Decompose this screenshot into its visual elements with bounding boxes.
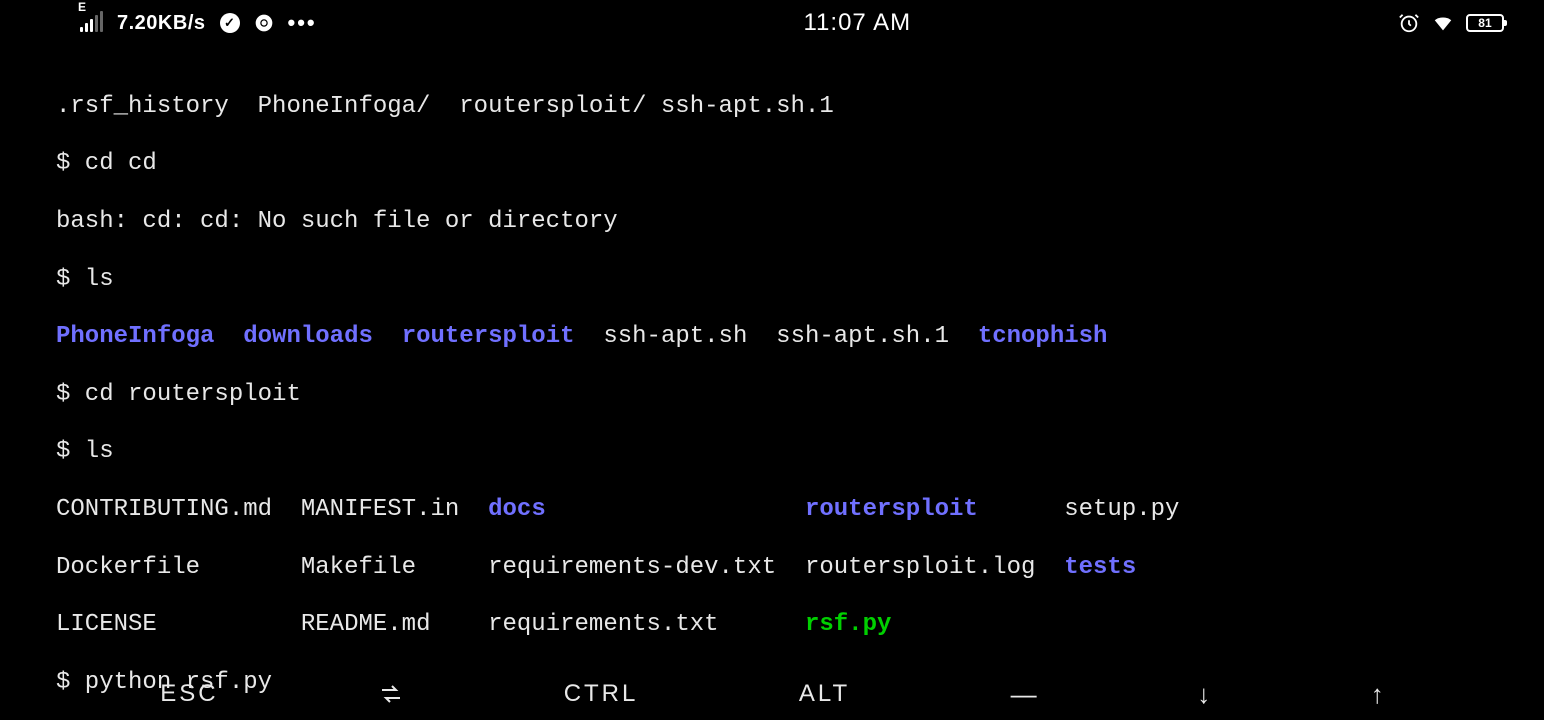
minus-key[interactable]: ― xyxy=(1011,679,1037,710)
terminal-line: .rsf_history PhoneInfoga/ routersploit/ … xyxy=(56,93,1488,122)
file-entry: LICENSE xyxy=(56,611,157,638)
file-entry: Dockerfile xyxy=(56,554,200,581)
file-entry: requirements.txt xyxy=(488,611,718,638)
terminal-line: $ cd routersploit xyxy=(56,381,1488,410)
dir-entry: tests xyxy=(1064,554,1136,581)
dir-entry: tcnophish xyxy=(978,323,1108,350)
file-entry: routersploit.log xyxy=(805,554,1035,581)
exec-entry: rsf.py xyxy=(805,611,891,638)
terminal-line: $ cd cd xyxy=(56,150,1488,179)
status-right: 81 xyxy=(1398,12,1504,34)
terminal-line: $ ls xyxy=(56,266,1488,295)
battery-icon: 81 xyxy=(1466,14,1504,32)
terminal-line: $ ls xyxy=(56,438,1488,467)
wifi-icon xyxy=(1432,12,1454,34)
network-speed: 7.20KB/s xyxy=(117,11,206,35)
file-entry: setup.py xyxy=(1064,496,1179,523)
more-dots-icon: ••• xyxy=(288,10,317,36)
dir-entry: docs xyxy=(488,496,546,523)
terminal-line: LICENSE README.md requirements.txt rsf.p… xyxy=(56,611,1488,640)
android-status-bar: E 7.20KB/s ✓ ••• 11:07 AM 81 xyxy=(0,0,1544,46)
dir-entry: PhoneInfoga xyxy=(56,323,214,350)
dir-entry: routersploit xyxy=(402,323,575,350)
terminal-line: PhoneInfoga downloads routersploit ssh-a… xyxy=(56,323,1488,352)
dir-entry: routersploit xyxy=(805,496,978,523)
esc-key[interactable]: ESC xyxy=(160,680,218,709)
soft-key-row: ESC CTRL ALT ― ↓ ↑ xyxy=(0,679,1544,710)
check-circle-icon: ✓ xyxy=(220,13,240,33)
chrome-icon xyxy=(254,13,274,33)
file-entry: CONTRIBUTING.md xyxy=(56,496,272,523)
file-entry: ssh-apt.sh.1 xyxy=(776,323,949,350)
down-arrow-key[interactable]: ↓ xyxy=(1197,679,1210,710)
ctrl-key[interactable]: CTRL xyxy=(564,680,639,709)
alt-key[interactable]: ALT xyxy=(799,680,850,709)
signal-icon: E xyxy=(80,14,103,32)
file-entry: MANIFEST.in xyxy=(301,496,459,523)
terminal-line: Dockerfile Makefile requirements-dev.txt… xyxy=(56,554,1488,583)
file-entry: ssh-apt.sh xyxy=(603,323,747,350)
terminal-line: CONTRIBUTING.md MANIFEST.in docs routers… xyxy=(56,496,1488,525)
file-entry: Makefile xyxy=(301,554,416,581)
status-clock: 11:07 AM xyxy=(803,9,911,38)
terminal-output[interactable]: .rsf_history PhoneInfoga/ routersploit/ … xyxy=(0,46,1544,720)
file-entry: requirements-dev.txt xyxy=(488,554,776,581)
terminal-line: bash: cd: cd: No such file or directory xyxy=(56,208,1488,237)
dir-entry: downloads xyxy=(243,323,373,350)
up-arrow-key[interactable]: ↑ xyxy=(1371,679,1384,710)
status-left: E 7.20KB/s ✓ ••• xyxy=(80,10,317,36)
file-entry: README.md xyxy=(301,611,431,638)
tab-key[interactable] xyxy=(379,682,403,706)
alarm-icon xyxy=(1398,12,1420,34)
